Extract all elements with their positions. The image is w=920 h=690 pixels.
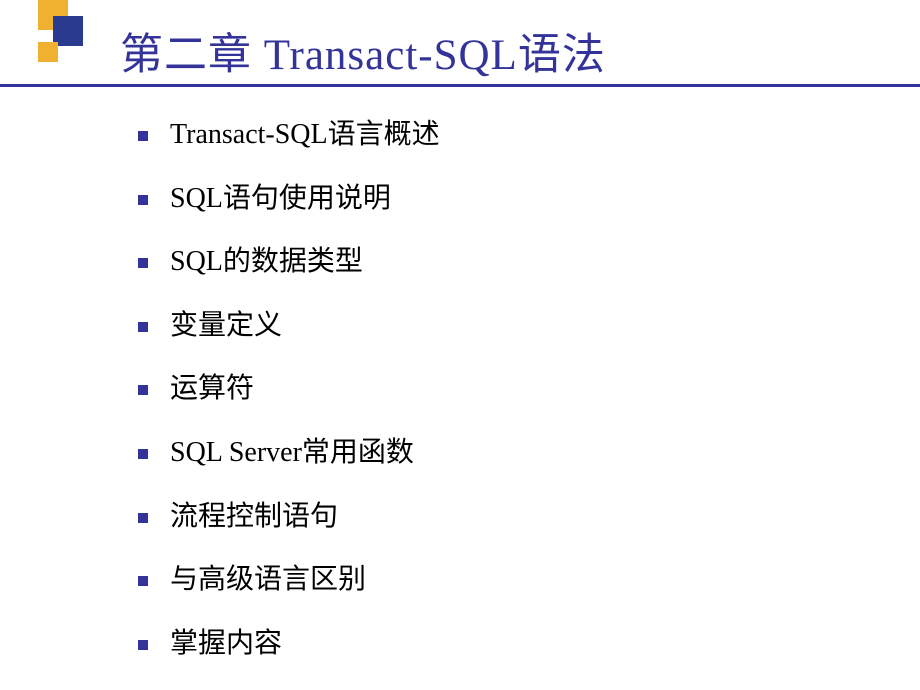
title-container: 第二章 Transact-SQL语法: [120, 20, 880, 90]
list-item: SQL Server常用函数: [138, 436, 440, 470]
content-list: Transact-SQL语言概述 SQL语句使用说明 SQL的数据类型 变量定义…: [138, 118, 440, 690]
list-item: 流程控制语句: [138, 500, 440, 534]
list-item: Transact-SQL语言概述: [138, 118, 440, 152]
slide-title: 第二章 Transact-SQL语法: [120, 20, 880, 90]
list-item: SQL的数据类型: [138, 245, 440, 279]
corner-decoration: [0, 0, 100, 80]
deco-square-small: [38, 42, 58, 62]
list-item: 运算符: [138, 372, 440, 406]
list-item: 与高级语言区别: [138, 563, 440, 597]
title-underline: [0, 84, 920, 87]
list-item: 掌握内容: [138, 627, 440, 661]
list-item: SQL语句使用说明: [138, 182, 440, 216]
list-item: 变量定义: [138, 309, 440, 343]
